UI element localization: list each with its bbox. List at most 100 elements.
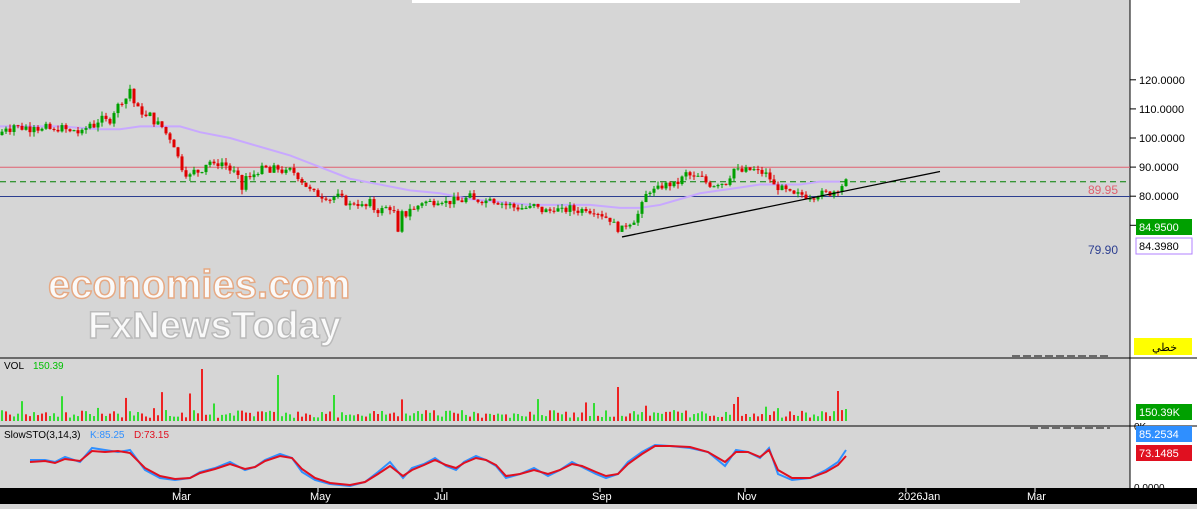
volume-bar <box>833 411 835 421</box>
candle-body <box>152 112 156 125</box>
candle-body <box>376 210 380 214</box>
candle-body <box>104 115 108 119</box>
candle-body <box>268 167 272 173</box>
candle-body <box>784 185 788 190</box>
candle-body <box>180 156 184 171</box>
candle-body <box>508 203 512 206</box>
volume-bar <box>513 413 515 421</box>
price-axis-label: 90.0000 <box>1139 162 1179 174</box>
volume-bar <box>541 415 543 421</box>
candle-body <box>356 204 360 206</box>
candle-body <box>148 112 152 117</box>
trading-chart[interactable]: economies.com FxNewsToday 120.0000 110.00… <box>0 0 1197 504</box>
volume-bar <box>597 415 599 421</box>
volume-bar <box>753 413 755 421</box>
candle-body <box>396 210 400 232</box>
candle-body <box>480 201 484 204</box>
candle-body <box>192 169 196 175</box>
ma-price-badge-text: 84.3980 <box>1139 241 1179 253</box>
volume-bar <box>481 417 483 421</box>
candle-body <box>324 198 328 200</box>
volume-bar <box>429 412 431 421</box>
volume-bar <box>153 408 155 421</box>
k-badge-text: 85.2534 <box>1139 429 1179 441</box>
volume-badge-text: 150.39K <box>1139 407 1181 419</box>
volume-bar <box>781 417 783 421</box>
candle-body <box>124 98 128 104</box>
volume-bar <box>101 413 103 421</box>
candle-body <box>524 207 528 209</box>
volume-bar <box>389 413 391 421</box>
candle-body <box>48 123 52 129</box>
volume-bar <box>385 414 387 421</box>
volume-bar <box>273 411 275 421</box>
candle-body <box>676 181 680 185</box>
candle-body <box>68 129 72 132</box>
candle-body <box>460 200 464 203</box>
candle-body <box>92 123 96 128</box>
candle-body <box>584 209 588 212</box>
candle-body <box>564 207 568 212</box>
candle-body <box>764 172 768 174</box>
candle-body <box>636 213 640 223</box>
volume-bar <box>621 415 623 421</box>
candle-body <box>168 133 172 140</box>
volume-bar <box>9 414 11 421</box>
candle-body <box>632 222 636 225</box>
volume-bar <box>13 416 15 421</box>
candle-body <box>280 169 284 173</box>
volume-bar <box>745 413 747 421</box>
candle-body <box>156 121 160 125</box>
candle-body <box>788 189 792 191</box>
volume-bar <box>565 411 567 421</box>
candle-body <box>304 182 308 187</box>
volume-bar <box>593 403 595 421</box>
volume-bar <box>157 415 159 421</box>
candle-body <box>116 103 120 114</box>
candle-body <box>552 210 556 212</box>
candle-body <box>572 205 576 211</box>
volume-bar <box>177 416 179 421</box>
candle-body <box>536 204 540 207</box>
candle-body <box>64 125 68 130</box>
candle-body <box>648 192 652 194</box>
candle-body <box>672 181 676 187</box>
volume-bar <box>181 412 183 421</box>
volume-bar <box>281 416 283 421</box>
volume-bar <box>225 414 227 421</box>
volume-bar <box>437 415 439 421</box>
candle-body <box>504 203 508 206</box>
candle-body <box>36 127 40 131</box>
candle-body <box>568 205 572 212</box>
candle-body <box>756 169 760 171</box>
candle-body <box>452 196 456 205</box>
candle-body <box>484 200 488 204</box>
candle-body <box>780 185 784 191</box>
volume-bar <box>689 417 691 421</box>
candle-body <box>608 217 612 222</box>
volume-bar <box>217 417 219 421</box>
candle-body <box>712 186 716 188</box>
volume-bar <box>601 417 603 421</box>
candle-body <box>308 186 312 189</box>
candle-body <box>684 172 688 177</box>
candle-body <box>844 179 848 187</box>
top-scroll-strip[interactable] <box>412 0 1020 3</box>
volume-bar <box>377 414 379 421</box>
volume-bar <box>557 412 559 421</box>
volume-bar <box>677 411 679 421</box>
price-axis-label: 120.0000 <box>1139 75 1185 87</box>
volume-bar <box>809 417 811 421</box>
volume-bar <box>561 414 563 421</box>
candle-body <box>240 175 244 190</box>
candle-body <box>804 194 808 199</box>
volume-bar <box>433 410 435 421</box>
candle-body <box>392 210 396 212</box>
watermark-fxnewstoday: FxNewsToday <box>88 305 341 347</box>
volume-bar <box>797 415 799 421</box>
volume-bar <box>213 403 215 421</box>
candle-body <box>640 202 644 214</box>
candle-body <box>492 198 496 204</box>
volume-bar <box>709 415 711 421</box>
candle-body <box>796 192 800 194</box>
